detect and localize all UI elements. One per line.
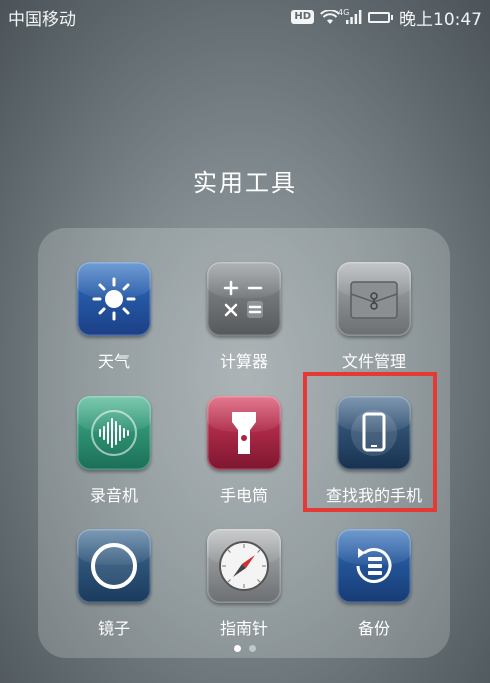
- network-type-label: 4G: [338, 8, 350, 17]
- app-compass[interactable]: 指南针: [174, 529, 314, 649]
- app-label: 计算器: [219, 352, 268, 371]
- app-file-manager[interactable]: 文件管理: [304, 262, 444, 382]
- app-calculator[interactable]: 计算器: [174, 262, 314, 382]
- folder-title[interactable]: 实用工具: [0, 163, 490, 198]
- find-phone-icon: [337, 396, 411, 470]
- compass-icon: [207, 529, 281, 603]
- recorder-icon: [77, 396, 151, 470]
- app-label: 录音机: [89, 486, 138, 505]
- wifi-icon: [320, 9, 340, 24]
- page-indicator: [0, 645, 490, 652]
- carrier-name: 中国移动: [8, 9, 76, 30]
- app-label: 手电筒: [219, 486, 268, 505]
- weather-sun-icon: [77, 262, 151, 336]
- app-label: 指南针: [219, 619, 268, 638]
- page-dot-active[interactable]: [234, 645, 241, 652]
- app-flashlight[interactable]: 手电筒: [174, 396, 314, 516]
- status-icons: HD 4G 晚上10:47: [291, 5, 482, 30]
- hd-voice-badge: HD: [291, 10, 314, 24]
- app-mirror[interactable]: 镜子: [44, 529, 184, 649]
- app-backup[interactable]: 备份: [304, 529, 444, 649]
- app-weather[interactable]: 天气: [44, 262, 184, 382]
- app-recorder[interactable]: 录音机: [44, 396, 184, 516]
- status-bar: 中国移动 HD 4G 晚上10:47: [0, 0, 490, 34]
- mirror-icon: [77, 529, 151, 603]
- page-dot[interactable]: [249, 645, 256, 652]
- battery-icon: [368, 11, 393, 23]
- calculator-icon: [207, 262, 281, 336]
- backup-icon: [337, 529, 411, 603]
- app-label: 文件管理: [341, 352, 406, 371]
- app-label: 备份: [357, 619, 390, 638]
- flashlight-icon: [207, 396, 281, 470]
- app-label: 天气: [97, 352, 130, 371]
- file-manager-icon: [337, 262, 411, 336]
- clock: 晚上10:47: [399, 9, 482, 30]
- cellular-signal: 4G: [338, 8, 362, 24]
- app-label: 镜子: [97, 619, 130, 638]
